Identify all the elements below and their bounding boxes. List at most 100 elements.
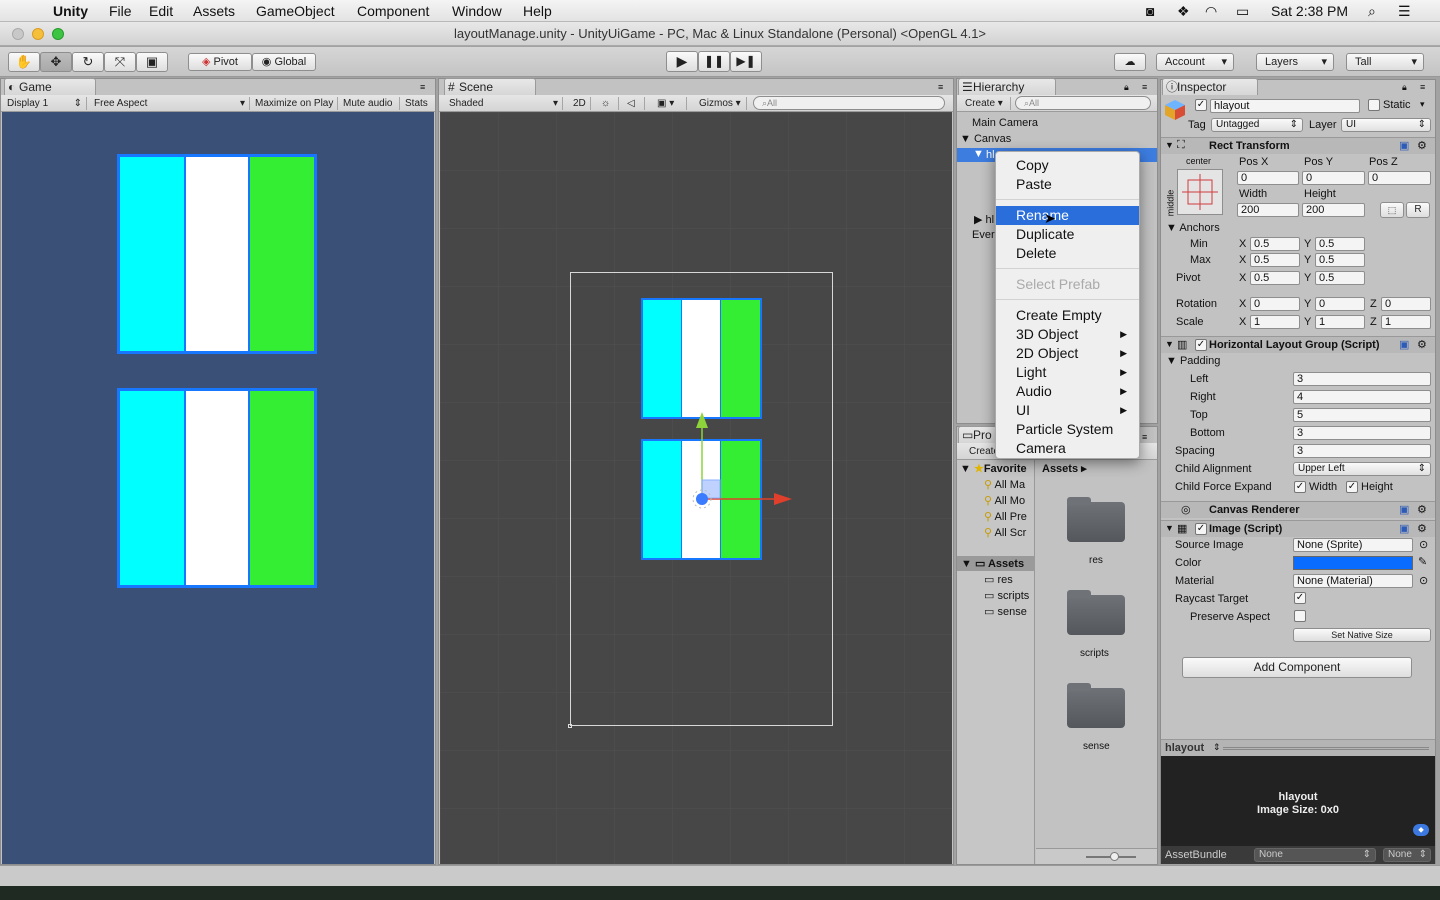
gear-icon[interactable]: ⚙ (1417, 338, 1427, 351)
ctx-3d-object[interactable]: 3D Object ▶ (996, 325, 1139, 344)
aspect-dropdown[interactable]: Free Aspect ▾ (90, 97, 250, 110)
menu-help[interactable]: Help (523, 3, 552, 19)
image-script-header[interactable]: ▼ ▦ ✓ Image (Script) ▣ ⚙ (1161, 520, 1435, 537)
grid-folder-res[interactable] (1067, 497, 1125, 542)
help-icon[interactable]: ▣ (1399, 338, 1409, 351)
ctx-rename[interactable]: Rename (996, 206, 1139, 225)
color-swatch[interactable] (1293, 556, 1413, 570)
dropbox-icon[interactable]: ❖ (1177, 3, 1190, 20)
favorite-all-materials[interactable]: ⚲ All Ma (984, 478, 1025, 491)
scale-tool-button[interactable]: ⤧ (104, 52, 136, 72)
set-native-size-button[interactable]: Set Native Size (1293, 628, 1431, 642)
grid-folder-scripts[interactable] (1067, 590, 1125, 635)
zoom-slider-thumb[interactable] (1110, 852, 1119, 861)
pause-button[interactable]: ❚❚ (698, 51, 730, 72)
posy-field[interactable]: 0 (1302, 171, 1365, 185)
posx-field[interactable]: 0 (1237, 171, 1299, 185)
rotate-tool-button[interactable]: ↻ (72, 52, 104, 72)
mute-audio-toggle[interactable]: Mute audio (339, 97, 400, 110)
shading-dropdown[interactable]: Shaded ▾ (445, 97, 563, 110)
collapse-arrow-icon[interactable]: ▼ (1165, 140, 1174, 150)
favorite-all-scripts[interactable]: ⚲ All Scr (984, 526, 1026, 539)
gear-icon[interactable]: ⚙ (1417, 522, 1427, 535)
spotlight-search-icon[interactable]: ⌕ (1368, 3, 1376, 20)
anchor-max-y-field[interactable]: 0.5 (1315, 253, 1365, 267)
hierarchy-create-dropdown[interactable]: Create ▾ (961, 97, 1011, 110)
help-icon[interactable]: ▣ (1399, 503, 1409, 516)
wifi-icon[interactable]: ◠ (1205, 3, 1217, 20)
lock-icon[interactable]: 🔒︎ (1402, 82, 1407, 93)
cloud-button[interactable]: ☁ (1114, 53, 1146, 71)
hand-tool-button[interactable]: ✋ (8, 52, 40, 72)
notification-center-icon[interactable]: ☰ (1398, 3, 1411, 20)
favorite-all-prefabs[interactable]: ⚲ All Pre (984, 510, 1027, 523)
close-window-button[interactable] (12, 28, 24, 40)
ctx-delete[interactable]: Delete (996, 244, 1139, 263)
hierarchy-item-eventsystem[interactable]: Ever (972, 229, 995, 241)
ctx-duplicate[interactable]: Duplicate (996, 225, 1139, 244)
width-field[interactable]: 200 (1237, 203, 1299, 217)
step-button[interactable]: ▶❚ (730, 51, 762, 72)
pivot-toggle[interactable]: ◈ Pivot (188, 53, 252, 71)
rotation-x-field[interactable]: 0 (1250, 297, 1300, 311)
static-dropdown-arrow-icon[interactable]: ▾ (1420, 99, 1425, 110)
menu-unity[interactable]: Unity (53, 3, 88, 19)
anchor-min-x-field[interactable]: 0.5 (1250, 237, 1300, 251)
hierarchy-item-canvas[interactable]: ▼ Canvas (960, 133, 1011, 145)
hlg-header[interactable]: ▼ ▥ ✓ Horizontal Layout Group (Script) ▣… (1161, 336, 1435, 353)
layer-dropdown[interactable]: UI ⇕ (1341, 118, 1431, 132)
tab-hierarchy[interactable]: ☰ Hierarchy (958, 78, 1056, 95)
ctx-copy[interactable]: Copy (996, 156, 1139, 175)
object-name-field[interactable]: hlayout (1210, 99, 1360, 113)
updown-arrow-icon[interactable]: ⇕ (1213, 742, 1221, 753)
ctx-2d-object[interactable]: 2D Object ▶ (996, 344, 1139, 363)
tab-scene[interactable]: # Scene (444, 78, 536, 95)
hierarchy-item-main-camera[interactable]: Main Camera (972, 117, 1038, 129)
scene-search-input[interactable]: ⌕All (753, 96, 945, 110)
assetbundle-dropdown[interactable]: None ⇕ (1254, 848, 1376, 862)
hierarchy-item-hlayout-2[interactable]: ▶ hl (974, 213, 994, 226)
asset-folder-sense[interactable]: ▭ sense (984, 605, 1027, 618)
help-icon[interactable]: ▣ (1399, 139, 1409, 152)
hierarchy-search-input[interactable]: ⌕All (1015, 96, 1151, 110)
gear-icon[interactable]: ⚙ (1417, 139, 1427, 152)
object-picker-icon[interactable]: ⊙ (1419, 538, 1428, 551)
image-enabled-checkbox[interactable]: ✓ (1195, 523, 1207, 535)
source-image-field[interactable]: None (Sprite) (1293, 538, 1413, 552)
camera-icon[interactable]: ◙ (1146, 3, 1154, 19)
hlg-enabled-checkbox[interactable]: ✓ (1195, 339, 1207, 351)
preview-header[interactable]: hlayout ⇕ (1161, 739, 1435, 756)
expand-width-checkbox[interactable]: ✓ (1294, 481, 1306, 493)
ctx-paste[interactable]: Paste (996, 175, 1139, 194)
menu-assets[interactable]: Assets (193, 3, 235, 19)
pivot-y-field[interactable]: 0.5 (1315, 271, 1365, 285)
move-tool-button[interactable]: ✥ (40, 52, 72, 72)
gizmos-dropdown[interactable]: Gizmos ▾ (695, 97, 747, 110)
expand-height-checkbox[interactable]: ✓ (1346, 481, 1358, 493)
canvas-renderer-header[interactable]: ◎ Canvas Renderer ▣ ⚙ (1161, 501, 1435, 518)
gear-icon[interactable]: ⚙ (1417, 503, 1427, 516)
static-checkbox[interactable] (1368, 99, 1380, 111)
blueprint-mode-button[interactable]: ⬚ (1380, 202, 1404, 218)
scene-lighting-toggle[interactable]: ☼ (597, 97, 619, 110)
rotation-z-field[interactable]: 0 (1381, 297, 1431, 311)
anchor-min-y-field[interactable]: 0.5 (1315, 237, 1365, 251)
tab-game[interactable]: ◐ Game (4, 78, 96, 95)
ctx-particle-system[interactable]: Particle System (996, 420, 1139, 439)
ctx-camera[interactable]: Camera (996, 439, 1139, 458)
clock[interactable]: Sat 2:38 PM (1271, 3, 1348, 19)
panel-menu-icon[interactable]: ≡ (1142, 82, 1147, 92)
height-field[interactable]: 200 (1302, 203, 1365, 217)
move-gizmo[interactable] (440, 112, 952, 864)
account-dropdown[interactable]: Account ▾ (1156, 53, 1234, 71)
scene-viewport[interactable] (440, 112, 952, 864)
pivot-x-field[interactable]: 0.5 (1250, 271, 1300, 285)
assets-root-item[interactable]: ▼ ▭ Assets (957, 556, 1035, 571)
child-alignment-dropdown[interactable]: Upper Left ⇕ (1293, 462, 1431, 476)
menu-window[interactable]: Window (452, 3, 502, 19)
battery-icon[interactable]: ▭ (1236, 3, 1249, 20)
rotation-y-field[interactable]: 0 (1315, 297, 1365, 311)
favorite-all-models[interactable]: ⚲ All Mo (984, 494, 1025, 507)
active-checkbox[interactable]: ✓ (1195, 99, 1207, 111)
asset-folder-scripts[interactable]: ▭ scripts (984, 589, 1029, 602)
